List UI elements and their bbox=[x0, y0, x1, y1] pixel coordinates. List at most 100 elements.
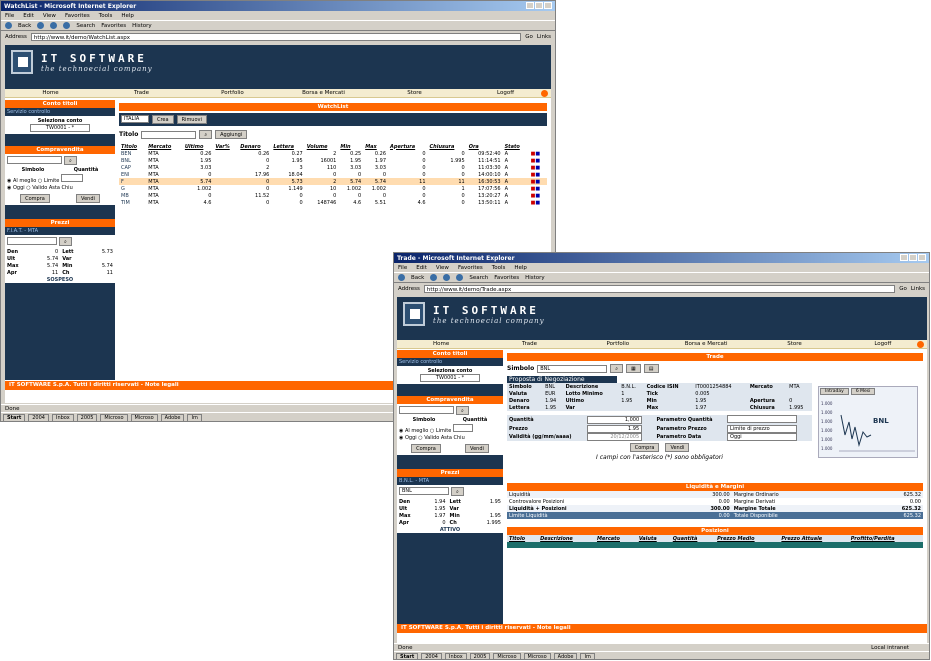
help-icon[interactable] bbox=[541, 90, 548, 97]
col-header[interactable]: Ultimo bbox=[183, 143, 214, 150]
taskbar-item[interactable]: Microso bbox=[100, 413, 128, 421]
row-actions-icon[interactable]: ■■ bbox=[529, 157, 547, 164]
param-prezzo-select[interactable]: Limite di prezzo bbox=[727, 425, 798, 433]
nav-store[interactable]: Store bbox=[750, 341, 838, 347]
links-button[interactable]: Links bbox=[911, 286, 925, 292]
taskbar-item[interactable]: 2005 bbox=[76, 413, 98, 421]
compra-button[interactable]: Compra bbox=[629, 443, 660, 452]
prezzi-symbol-input[interactable]: BNL bbox=[399, 487, 449, 495]
conto-select[interactable]: TW0001 - * bbox=[30, 124, 90, 132]
home-icon[interactable] bbox=[63, 22, 71, 29]
row-actions-icon[interactable]: ■■ bbox=[529, 185, 547, 192]
nav-trade[interactable]: Trade bbox=[485, 341, 573, 347]
nav-store[interactable]: Store bbox=[369, 90, 460, 96]
table-row[interactable]: BEN MTA 0.26 0.26 0.27 2 0.25 0.26 0 0 09:52:40 A ■■ bbox=[119, 150, 547, 157]
radio-oggi[interactable]: Oggi bbox=[13, 185, 25, 191]
taskbar-item[interactable]: Im bbox=[187, 413, 202, 421]
radio-limite[interactable]: Limite bbox=[436, 428, 451, 434]
col-header[interactable]: Titolo bbox=[119, 143, 146, 150]
menu-view[interactable]: View bbox=[436, 265, 449, 271]
refresh-icon[interactable] bbox=[443, 274, 451, 281]
prezzo-input[interactable]: 1.95 bbox=[587, 425, 643, 433]
col-header[interactable]: Valuta bbox=[637, 535, 671, 542]
go-button[interactable]: Go bbox=[899, 286, 907, 292]
menu-edit[interactable]: Edit bbox=[23, 13, 34, 19]
crea-button[interactable]: Crea bbox=[152, 115, 174, 124]
col-header[interactable]: Chiusura bbox=[428, 143, 467, 150]
nav-logoff[interactable]: Logoff bbox=[839, 341, 927, 347]
vendi-button[interactable]: Vendi bbox=[76, 194, 100, 203]
quantity-input[interactable] bbox=[60, 174, 83, 182]
address-input[interactable]: http://www.it/demo/Trade.aspx bbox=[423, 284, 896, 293]
favorites-button[interactable]: Favorites bbox=[101, 23, 126, 29]
address-input[interactable]: http://www.it/demo/WatchList.aspx bbox=[30, 32, 522, 41]
menu-file[interactable]: File bbox=[5, 13, 14, 19]
quantity-input[interactable] bbox=[452, 424, 473, 432]
vendi-button[interactable]: Vendi bbox=[665, 443, 690, 452]
maximize-icon[interactable] bbox=[909, 253, 917, 261]
menu-tools[interactable]: Tools bbox=[492, 265, 506, 271]
radio-valido-asta[interactable]: Valido Asta Chiu bbox=[32, 185, 73, 191]
col-header[interactable]: Var% bbox=[213, 143, 238, 150]
maximize-icon[interactable] bbox=[535, 1, 543, 9]
table-row[interactable]: MB MTA 0 11.52 0 0 0 0 0 0 13:20:27 A ■■ bbox=[119, 192, 547, 199]
col-header[interactable]: Quantità bbox=[671, 535, 715, 542]
go-button[interactable]: Go bbox=[525, 34, 533, 40]
search-icon[interactable]: ⌕ bbox=[610, 364, 624, 373]
nav-logoff[interactable]: Logoff bbox=[460, 90, 551, 96]
param-quantita-select[interactable] bbox=[727, 415, 798, 423]
nav-trade[interactable]: Trade bbox=[96, 90, 187, 96]
rimuovi-button[interactable]: Rimuovi bbox=[176, 115, 207, 124]
taskbar-item[interactable]: Microso bbox=[523, 652, 551, 659]
search-icon[interactable]: ⌕ bbox=[64, 156, 77, 165]
col-header[interactable]: Ora bbox=[467, 143, 503, 150]
radio-al-meglio[interactable]: Al meglio bbox=[13, 178, 36, 184]
chart-icon[interactable]: ▤ bbox=[643, 364, 659, 373]
col-header[interactable]: Profitto/Perdita bbox=[849, 535, 923, 542]
col-header[interactable]: Prezzo Medio bbox=[715, 535, 779, 542]
symbol-input[interactable] bbox=[399, 406, 454, 414]
favorites-button[interactable]: Favorites bbox=[494, 275, 519, 281]
taskbar-item[interactable]: Adobe bbox=[553, 652, 578, 659]
grid-icon[interactable]: ▦ bbox=[626, 364, 641, 373]
simbolo-input[interactable]: BNL bbox=[537, 364, 608, 373]
minimize-icon[interactable] bbox=[900, 253, 908, 261]
search-icon[interactable]: ⌕ bbox=[59, 237, 72, 246]
refresh-icon[interactable] bbox=[50, 22, 58, 29]
radio-al-meglio[interactable]: Al meglio bbox=[405, 428, 428, 434]
col-header[interactable]: Titolo bbox=[507, 535, 538, 542]
col-header[interactable]: Mercato bbox=[595, 535, 637, 542]
compra-button[interactable]: Compra bbox=[411, 444, 441, 453]
validita-input[interactable]: 20/12/2005 bbox=[587, 433, 643, 441]
nav-portfolio[interactable]: Portfolio bbox=[187, 90, 278, 96]
title-bar[interactable]: Trade - Microsoft Internet Explorer bbox=[394, 253, 929, 263]
aggiungi-button[interactable]: Aggiungi bbox=[215, 130, 248, 139]
menu-edit[interactable]: Edit bbox=[416, 265, 427, 271]
col-header[interactable]: Min bbox=[338, 143, 363, 150]
taskbar-item[interactable]: Microso bbox=[130, 413, 158, 421]
table-row[interactable]: BNL MTA 1.95 0 1.95 16001 1.95 1.97 0 1.995 11:14:… bbox=[119, 157, 547, 164]
back-button[interactable]: Back bbox=[411, 275, 424, 281]
radio-valido-asta[interactable]: Valido Asta Chiu bbox=[424, 435, 465, 441]
history-button[interactable]: History bbox=[132, 23, 152, 29]
table-row[interactable]: ENI MTA 0 17.96 18.04 0 0 0 0 0 14:00:10 A ■■ bbox=[119, 171, 547, 178]
tab-intraday[interactable]: Intraday bbox=[820, 388, 849, 395]
menu-favorites[interactable]: Favorites bbox=[458, 265, 483, 271]
col-header[interactable]: Denaro bbox=[238, 143, 271, 150]
search-icon[interactable]: ⌕ bbox=[451, 487, 464, 496]
search-icon[interactable]: ⌕ bbox=[456, 406, 469, 415]
nav-home[interactable]: Home bbox=[397, 341, 485, 347]
list-select[interactable]: ITALIA bbox=[121, 115, 149, 123]
radio-oggi[interactable]: Oggi bbox=[405, 435, 417, 441]
taskbar-item[interactable]: 2005 bbox=[469, 652, 491, 659]
close-icon[interactable] bbox=[544, 1, 552, 9]
nav-borsa[interactable]: Borsa e Mercati bbox=[278, 90, 369, 96]
col-header[interactable]: Descrizione bbox=[538, 535, 595, 542]
col-header[interactable]: Mercato bbox=[146, 143, 183, 150]
table-row[interactable]: TIM MTA 4.6 0 0 148746 4.6 5.51 4.6 0 13:50:11 A ■■ bbox=[119, 199, 547, 206]
row-actions-icon[interactable]: ■■ bbox=[529, 192, 547, 199]
stop-icon[interactable] bbox=[430, 274, 438, 281]
back-button[interactable]: Back bbox=[18, 23, 31, 29]
conto-select[interactable]: TW0001 - * bbox=[420, 374, 480, 382]
col-header[interactable]: Volume bbox=[305, 143, 339, 150]
